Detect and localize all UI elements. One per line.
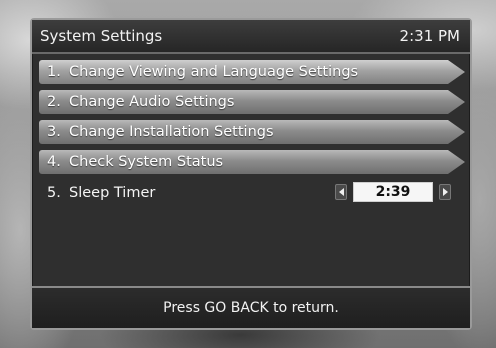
page-title: System Settings (40, 27, 163, 45)
menu-item-label: Change Installation Settings (69, 124, 274, 140)
menu-item-number: 1. (47, 64, 61, 80)
sleep-timer-row[interactable]: 5. Sleep Timer 2:39 (39, 180, 465, 206)
menu-item-system-status[interactable]: 4. Check System Status (39, 150, 465, 174)
sleep-timer-stepper[interactable]: 2:39 (335, 182, 451, 202)
menu-item-installation[interactable]: 3. Change Installation Settings (39, 120, 465, 144)
menu-item-label: Check System Status (69, 154, 224, 170)
menu-item-number: 2. (47, 94, 61, 110)
sleep-timer-value[interactable]: 2:39 (353, 182, 433, 202)
menu-item-number: 4. (47, 154, 61, 170)
settings-menu: 1. Change Viewing and Language Settings … (39, 60, 465, 206)
title-bar: System Settings 2:31 PM (32, 20, 470, 54)
menu-item-number: 5. (47, 185, 61, 201)
menu-item-viewing-language[interactable]: 1. Change Viewing and Language Settings (39, 60, 465, 84)
left-arrow-icon[interactable] (335, 184, 347, 200)
footer-hint-bar: Press GO BACK to return. (32, 286, 470, 328)
system-settings-panel: System Settings 2:31 PM 1. Change Viewin… (30, 18, 472, 330)
menu-item-label: Change Audio Settings (69, 94, 235, 110)
clock: 2:31 PM (399, 27, 460, 45)
menu-item-number: 3. (47, 124, 61, 140)
sleep-timer-label: Sleep Timer (69, 185, 156, 201)
menu-item-label: Change Viewing and Language Settings (69, 64, 359, 80)
footer-hint: Press GO BACK to return. (163, 300, 339, 316)
menu-item-audio[interactable]: 2. Change Audio Settings (39, 90, 465, 114)
right-arrow-icon[interactable] (439, 184, 451, 200)
